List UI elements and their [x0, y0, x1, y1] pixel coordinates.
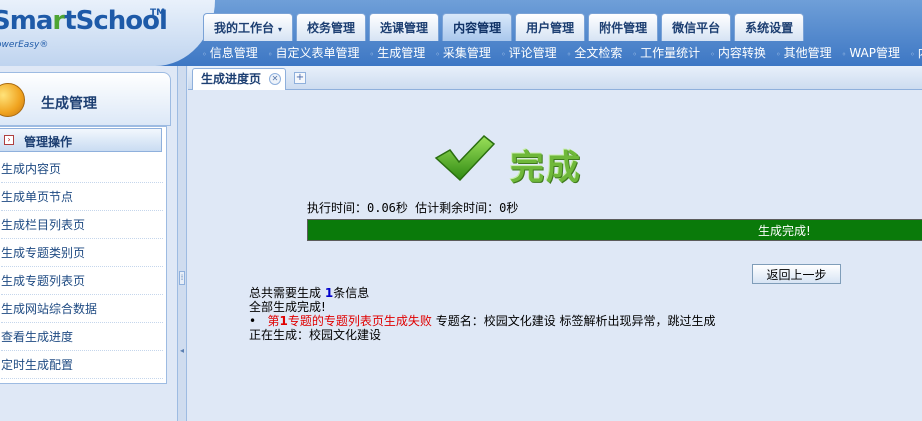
main-tab-attachments[interactable]: 附件管理	[588, 13, 659, 41]
bullet-icon: ◦	[435, 50, 440, 59]
close-icon[interactable]: ✕	[269, 73, 282, 85]
sidebar-item-view-progress[interactable]: 查看生成进度	[1, 323, 163, 351]
header: SmartSchool TM owerEasy® 我的工作台 ▾ 校务管理 选课管…	[0, 0, 922, 66]
bullet-icon: ◦	[267, 50, 273, 59]
logo-subtitle: owerEasy®	[0, 40, 49, 50]
checkmark-icon	[434, 134, 496, 182]
sidebar-title: 生成管理	[41, 96, 97, 112]
sidebar-menu: › 管理操作 生成内容页 生成单页节点 生成栏目列表页 生成专题类别页 生成专题…	[0, 126, 167, 384]
bullet-icon: •	[249, 314, 257, 328]
generation-log: 总共需要生成 1条信息 全部生成完成! • 第1专题的专题列表页生成失败 专题名…	[249, 286, 716, 342]
logo: SmartSchool TM owerEasy®	[0, 0, 215, 66]
sidebar-item-generate-single-page[interactable]: 生成单页节点	[1, 183, 163, 211]
bullet-icon: ◦	[710, 50, 715, 59]
main-tab-school-affairs[interactable]: 校务管理	[296, 13, 367, 41]
logo-text: SmartSchool	[0, 6, 168, 36]
sidebar-section-header[interactable]: › 管理操作	[0, 128, 162, 152]
bullet-icon: ◦	[369, 50, 375, 59]
main-tab-content[interactable]: 内容管理	[442, 13, 513, 41]
module-icon	[0, 83, 25, 117]
collapse-icon: ›	[4, 135, 14, 145]
log-error-text: 第	[267, 314, 280, 328]
sidebar-item-generate-topic-category[interactable]: 生成专题类别页	[1, 239, 163, 267]
sub-nav-label: 全文检索	[574, 46, 623, 60]
log-current: 正在生成：校园文化建设	[249, 328, 382, 342]
log-count: 1	[324, 286, 334, 300]
sub-nav-label: 内容转换	[717, 46, 766, 60]
bullet-icon: ◦	[775, 50, 781, 59]
sidebar-item-generate-content[interactable]: 生成内容页	[1, 155, 163, 183]
main-tab-workbench[interactable]: 我的工作台 ▾	[203, 13, 294, 41]
timing-text: 执行时间：0.06秒 估计剩余时间：0秒	[307, 201, 519, 215]
sub-nav-item[interactable]: ◦内容	[904, 42, 922, 64]
sub-nav-label: 内容	[918, 46, 922, 60]
sub-nav-item[interactable]: ◦ 信息管理	[196, 42, 262, 64]
sidebar-header: 生成管理	[0, 72, 171, 126]
sub-nav-item[interactable]: ◦ 全文检索	[561, 42, 627, 64]
tab-label: 生成进度页	[201, 72, 262, 86]
content-area: 生成进度页 ✕ + 完成 执行时间：0.06秒 估计剩余时间：0秒 生成完成! …	[188, 66, 922, 421]
main-tab-users[interactable]: 用户管理	[515, 13, 586, 41]
progress-fill	[308, 220, 922, 240]
main-tab-wechat[interactable]: 微信平台	[661, 13, 732, 41]
sub-nav-item[interactable]: ◦ 内容转换	[704, 42, 770, 64]
tab-progress-page[interactable]: 生成进度页 ✕	[192, 68, 287, 90]
sub-nav-item[interactable]: ◦ 评论管理	[495, 42, 561, 64]
log-text: 总共需要生成	[249, 286, 325, 300]
main-tab-label: 我的工作台	[214, 21, 275, 35]
log-error: • 第1专题的专题列表页生成失败 专题名：校园文化建设 标签解析出现异常，跳过生…	[249, 314, 716, 328]
sidebar-item-generate-site-data[interactable]: 生成网站综合数据	[1, 295, 163, 323]
bullet-icon: ◦	[202, 50, 207, 59]
sub-nav-item[interactable]: ◦ 生成管理	[363, 42, 429, 64]
log-total: 总共需要生成 1条信息	[249, 286, 716, 300]
tab-bar: 生成进度页 ✕ +	[188, 66, 922, 90]
log-text: 条信息	[333, 286, 370, 300]
main-tab-settings[interactable]: 系统设置	[734, 13, 805, 41]
log-error-count: 1	[279, 314, 288, 328]
log-error-text: 专题的专题列表页生成失败	[287, 314, 432, 328]
progress-bar: 生成完成!	[307, 219, 922, 241]
sub-nav-label: 采集管理	[442, 46, 491, 60]
sub-nav-item[interactable]: ◦ 采集管理	[429, 42, 495, 64]
bullet-icon: ◦	[841, 50, 847, 59]
sidebar-item-scheduled-generation[interactable]: 定时生成配置	[1, 351, 163, 379]
sidebar: 生成管理 › 管理操作 生成内容页 生成单页节点 生成栏目列表页 生成专题类别页…	[0, 66, 177, 421]
sub-nav: ◦ 信息管理 ◦ 自定义表单管理 ◦ 生成管理 ◦ 采集管理 ◦ 评论管理 ◦ 全文检索 ◦…	[196, 42, 922, 64]
chevron-down-icon: ▾	[278, 25, 283, 34]
sub-nav-item[interactable]: ◦ WAP管理	[836, 42, 904, 64]
back-button[interactable]: 返回上一步	[752, 264, 841, 284]
sidebar-item-generate-column-list[interactable]: 生成栏目列表页	[1, 211, 163, 239]
sub-nav-label: 生成管理	[377, 46, 426, 60]
sub-nav-label: 自定义表单管理	[275, 46, 360, 60]
sub-nav-item[interactable]: ◦ 其他管理	[770, 42, 836, 64]
sub-nav-label: 信息管理	[209, 46, 258, 60]
sidebar-splitter[interactable]: ⁞ ◂	[177, 66, 187, 421]
bullet-icon: ◦	[632, 50, 638, 59]
logo-text-part: Sma	[0, 6, 53, 36]
sub-nav-item[interactable]: ◦ 自定义表单管理	[262, 42, 364, 64]
collapse-arrow-icon[interactable]: ◂	[179, 346, 185, 360]
sub-nav-label: 其他管理	[783, 46, 832, 60]
logo-text-leaf: r	[52, 6, 65, 36]
log-error-detail: 专题名：校园文化建设 标签解析出现异常，跳过生成	[431, 314, 716, 328]
logo-trademark: TM	[150, 8, 166, 18]
main-tab-course-selection[interactable]: 选课管理	[369, 13, 440, 41]
progress-label: 生成完成!	[758, 224, 811, 238]
sidebar-section-label: 管理操作	[24, 135, 73, 149]
sub-nav-label: 评论管理	[508, 46, 557, 60]
bullet-icon: ◦	[500, 50, 506, 59]
grip-icon[interactable]: ⁞	[179, 271, 185, 285]
sub-nav-label: 工作量统计	[640, 46, 701, 60]
main-nav: 我的工作台 ▾ 校务管理 选课管理 内容管理 用户管理 附件管理 微信平台 系统设…	[203, 13, 805, 41]
bullet-icon: ◦	[566, 50, 572, 59]
bullet-icon: ◦	[909, 50, 915, 59]
status-title: 完成	[510, 148, 582, 188]
sub-nav-label: WAP管理	[849, 46, 900, 60]
sub-nav-item[interactable]: ◦ 工作量统计	[626, 42, 704, 64]
sidebar-list: 生成内容页 生成单页节点 生成栏目列表页 生成专题类别页 生成专题列表页 生成网…	[1, 155, 163, 379]
log-complete: 全部生成完成!	[249, 300, 326, 314]
sidebar-item-generate-topic-list[interactable]: 生成专题列表页	[1, 267, 163, 295]
add-tab-icon[interactable]: +	[294, 72, 306, 84]
